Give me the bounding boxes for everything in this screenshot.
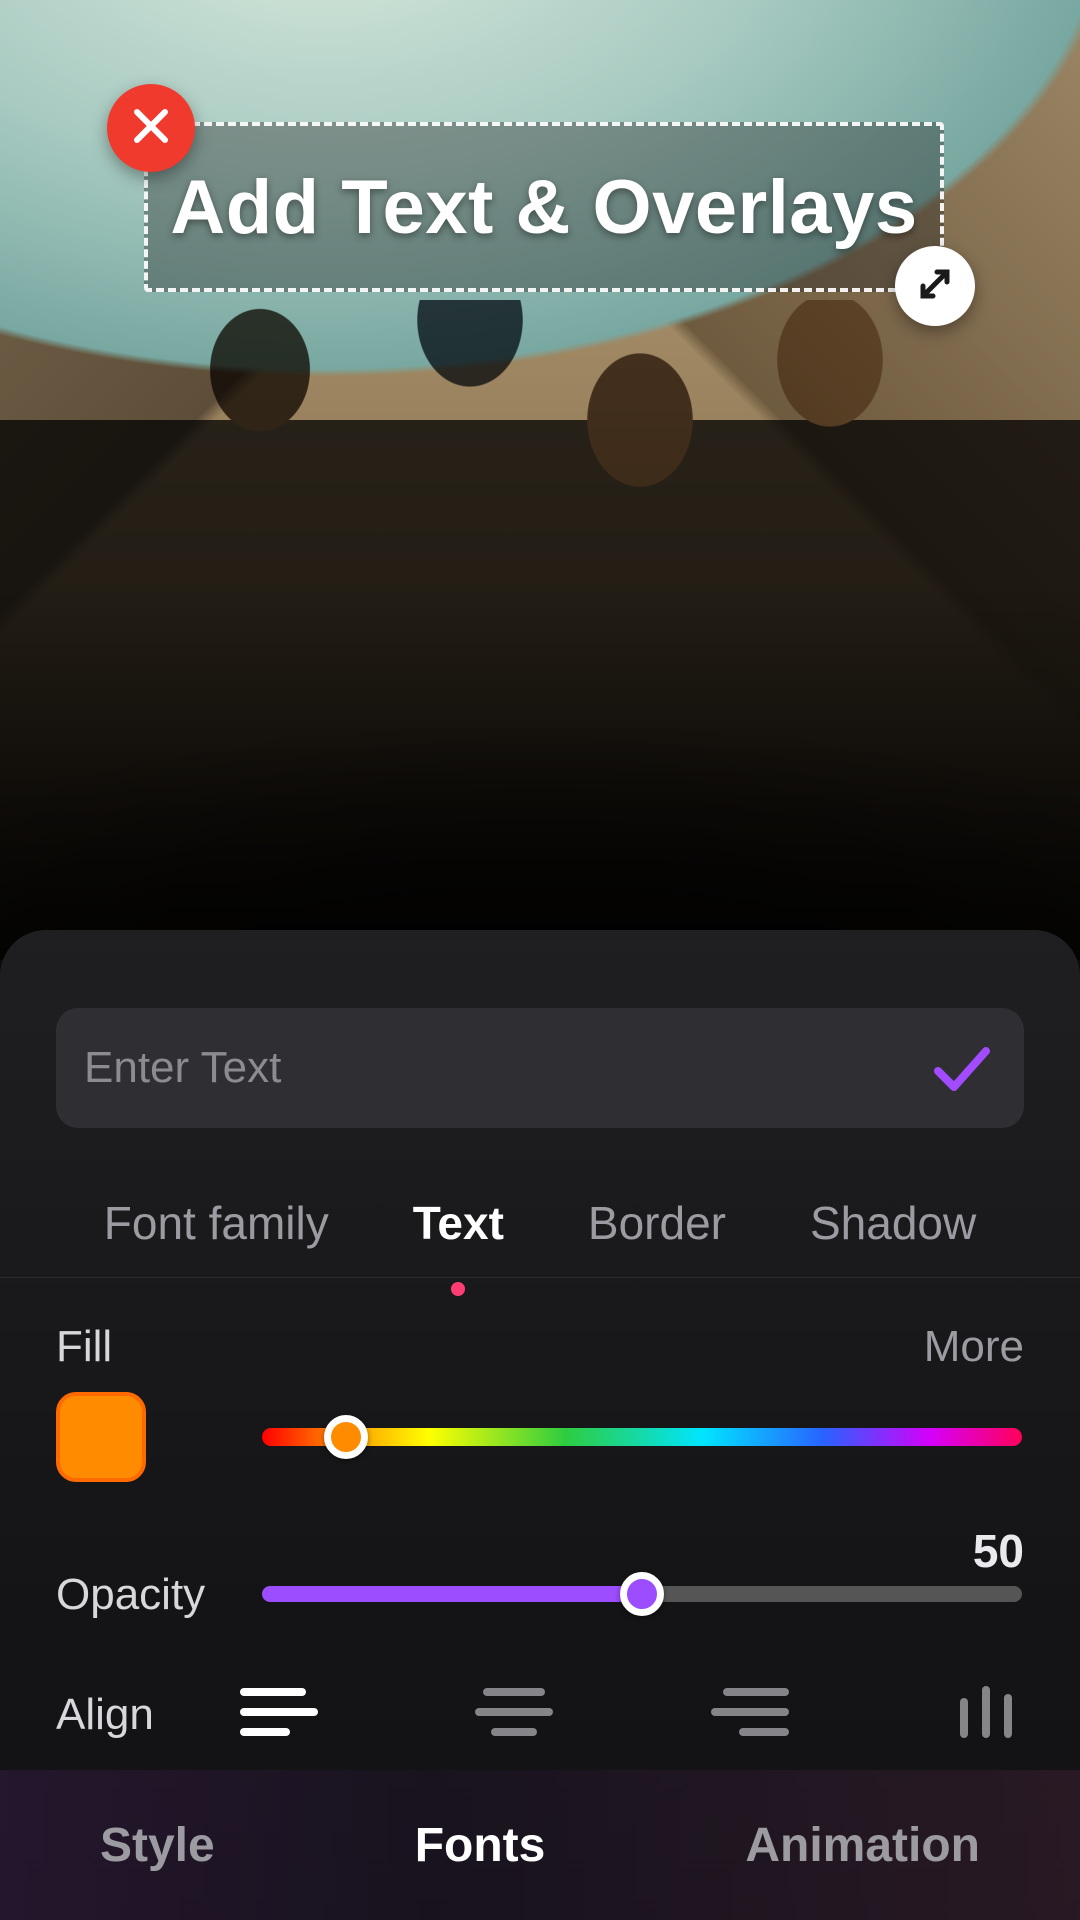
fill-more-button[interactable]: More — [924, 1322, 1024, 1372]
resize-icon — [915, 264, 955, 309]
app-root: Add Text & Overlays Font family — [0, 0, 1080, 1920]
align-vertical-button[interactable] — [946, 1682, 1024, 1742]
editor-panel: Font family Text Border Shadow Fill More… — [0, 930, 1080, 1920]
close-icon — [131, 106, 171, 151]
bottom-tabs: Style Fonts Animation — [0, 1770, 1080, 1920]
fill-row: Fill More — [56, 1322, 1024, 1372]
check-icon — [926, 1090, 996, 1107]
hue-slider-thumb[interactable] — [324, 1415, 368, 1459]
vertical-bars-icon — [946, 1729, 1024, 1746]
subtab-border[interactable]: Border — [582, 1188, 732, 1258]
align-center-icon — [475, 1729, 553, 1746]
fill-color-swatch[interactable] — [56, 1392, 146, 1482]
opacity-slider-thumb[interactable] — [620, 1572, 664, 1616]
close-overlay-button[interactable] — [107, 84, 195, 172]
align-options — [240, 1682, 1024, 1742]
confirm-text-button[interactable] — [926, 1033, 996, 1103]
tab-fonts[interactable]: Fonts — [415, 1818, 546, 1873]
opacity-label: Opacity — [56, 1570, 205, 1619]
text-subtabs: Font family Text Border Shadow — [0, 1168, 1080, 1278]
subtab-font-family[interactable]: Font family — [98, 1188, 335, 1258]
text-overlay-box[interactable]: Add Text & Overlays — [144, 122, 944, 292]
fill-label: Fill — [56, 1322, 112, 1371]
align-center-button[interactable] — [475, 1682, 553, 1742]
subtab-text[interactable]: Text — [407, 1188, 510, 1258]
align-right-button[interactable] — [711, 1682, 789, 1742]
align-left-icon — [240, 1729, 318, 1746]
hue-slider-track[interactable] — [262, 1428, 1022, 1446]
text-input-row — [56, 1008, 1024, 1128]
text-overlay-content: Add Text & Overlays — [170, 164, 917, 251]
align-label: Align — [56, 1690, 154, 1740]
align-left-button[interactable] — [240, 1682, 318, 1742]
tab-animation[interactable]: Animation — [745, 1818, 980, 1873]
align-right-icon — [711, 1729, 789, 1746]
tab-style[interactable]: Style — [100, 1818, 215, 1873]
text-input[interactable] — [84, 1043, 926, 1093]
subtab-shadow[interactable]: Shadow — [804, 1188, 982, 1258]
resize-overlay-handle[interactable] — [895, 246, 975, 326]
